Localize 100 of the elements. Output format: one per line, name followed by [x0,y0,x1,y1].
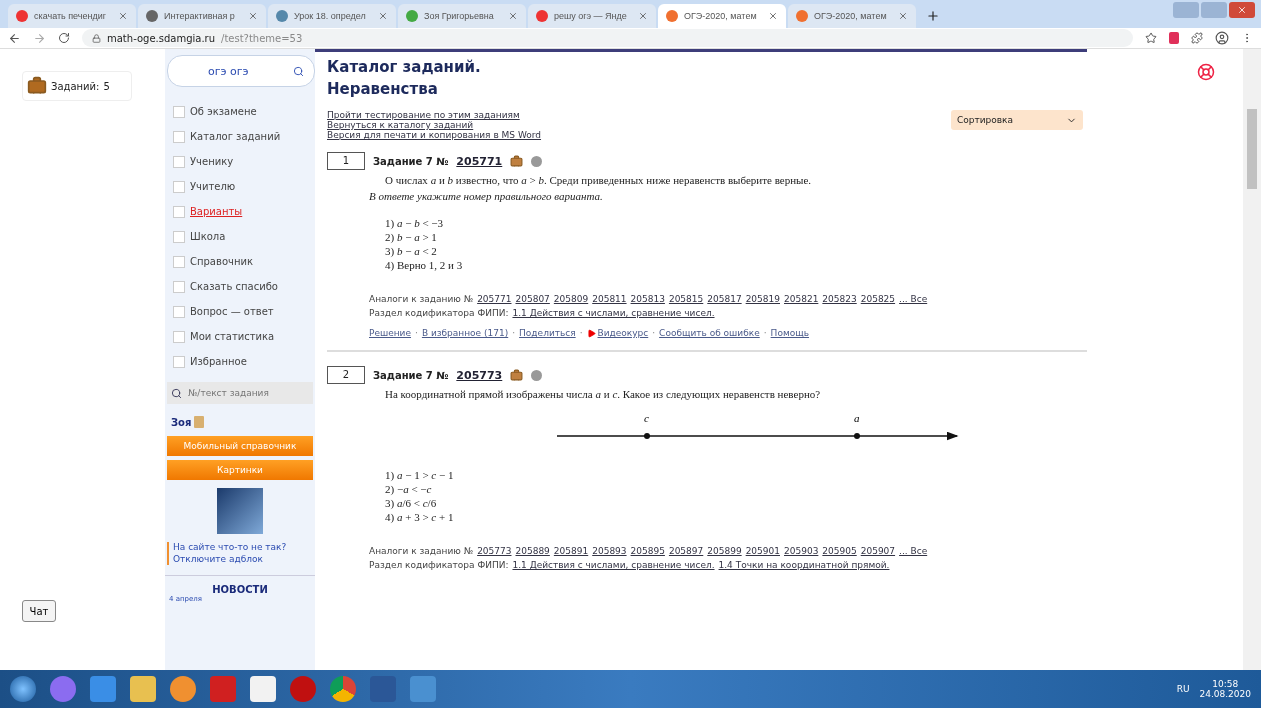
search-field[interactable]: огэ огэ [167,55,315,87]
nav-link[interactable]: Пройти тестирование по этим заданиям [327,110,542,120]
analog-link[interactable]: 205895 [630,546,665,556]
window-close-button[interactable] [1229,2,1255,18]
close-icon[interactable] [508,11,518,21]
address-field[interactable]: math-oge.sdamgia.ru /test?theme=53 [82,29,1133,47]
cart-card[interactable]: Заданий: 5 [22,71,132,101]
reload-icon[interactable] [58,32,70,44]
analog-link[interactable]: 205823 [822,294,857,304]
task-number: 1 [327,152,365,170]
cart-label: Заданий: [51,80,100,92]
action-link[interactable]: Поделиться [519,328,576,338]
task-search-box[interactable]: №/текст задания [167,382,313,404]
analog-link[interactable]: 205897 [668,546,704,556]
menu-item[interactable]: Об экзамене [165,99,315,124]
action-link[interactable]: Сообщить об ошибке [659,328,760,338]
browser-tab[interactable]: скачать печендиг [8,4,136,28]
nav-link[interactable]: Версия для печати и копирования в MS Word [327,130,542,140]
analog-link[interactable]: 205809 [553,294,589,304]
menu-item[interactable]: Справочник [165,249,315,274]
separator-dot: · [652,328,656,338]
menu-item[interactable]: Школа [165,224,315,249]
analog-link[interactable]: 205889 [515,546,550,556]
analog-link[interactable]: 205815 [668,294,704,304]
close-icon[interactable] [898,11,908,21]
action-link[interactable]: Помощь [770,328,809,338]
dot-icon[interactable] [531,155,543,167]
menu-item[interactable]: Ученику [165,149,315,174]
analog-link[interactable]: 205807 [515,294,550,304]
analog-link[interactable]: 205811 [592,294,627,304]
sort-dropdown[interactable]: Сортировка [951,110,1083,130]
browser-tab[interactable]: Интерактивная р [138,4,266,28]
analog-link[interactable]: 205821 [784,294,819,304]
analog-link[interactable]: 205771 [477,294,512,304]
briefcase-icon[interactable] [510,368,524,382]
analog-link[interactable]: 205893 [592,546,627,556]
tab-favicon-icon [536,10,548,22]
all-analogs-link[interactable]: ... Все [899,294,928,304]
language-indicator[interactable]: RU [1176,684,1190,694]
profile-icon[interactable] [1215,31,1229,45]
answer-option: 3) b − a < 2 [385,244,1087,258]
start-orb-icon[interactable] [10,676,36,702]
clock[interactable]: 10:58 24.08.2020 [1199,679,1251,699]
forward-icon[interactable] [33,31,46,45]
analog-link[interactable]: 205907 [860,546,896,556]
menu-item[interactable]: Каталог заданий [165,124,315,149]
close-icon[interactable] [118,11,128,21]
briefcase-icon[interactable] [510,154,524,168]
new-tab-icon[interactable] [926,9,940,23]
user-name[interactable]: Зоя [171,416,192,428]
codifier-link[interactable]: 1.1 Действия с числами, сравнение чисел. [512,560,715,570]
browser-tab[interactable]: Урок 18. определ [268,4,396,28]
analog-link[interactable]: 205905 [822,546,857,556]
analog-link[interactable]: 205825 [860,294,896,304]
chat-button[interactable]: Чат [22,600,56,622]
lifebuoy-icon[interactable] [1197,63,1215,81]
browser-tab[interactable]: ОГЭ-2020, матем [788,4,916,28]
menu-item[interactable]: Вопрос — ответ [165,299,315,324]
browser-tab[interactable]: ОГЭ-2020, матем [658,4,786,28]
star-icon[interactable] [1145,32,1157,44]
codifier-link[interactable]: 1.4 Точки на координатной прямой. [718,560,890,570]
circle-app-icon[interactable] [50,676,76,702]
analog-link[interactable]: 205813 [630,294,665,304]
all-analogs-link[interactable]: ... Все [899,546,928,556]
close-icon[interactable] [638,11,648,21]
action-link[interactable]: В избранное (171) [421,328,509,338]
analog-link[interactable]: 205891 [553,546,589,556]
puzzle-icon[interactable] [1191,32,1203,44]
action-link[interactable]: Видеокурс [586,328,649,338]
menu-item[interactable]: Учителю [165,174,315,199]
task-heading: Задание 7 № [373,369,449,381]
dot-icon[interactable] [531,369,543,381]
analog-link[interactable]: 205899 [707,546,742,556]
nav-link[interactable]: Вернуться к каталогу заданий [327,120,542,130]
tab-favicon-icon [666,10,678,22]
analog-link[interactable]: 205773 [477,546,512,556]
analog-link[interactable]: 205901 [745,546,780,556]
analogs-label: Аналоги к заданию № [369,546,474,556]
analog-link[interactable]: 205903 [784,546,819,556]
scrollbar[interactable] [1243,49,1261,670]
back-icon[interactable] [8,31,21,45]
close-icon[interactable] [378,11,388,21]
analog-link[interactable]: 205817 [707,294,742,304]
menu-item[interactable]: Избранное [165,349,315,374]
answer-option: 2) −a < −c [385,482,1087,496]
action-link[interactable]: Решение [369,328,411,338]
task-id-link[interactable]: 205773 [456,368,503,382]
browser-tab[interactable]: решу огэ — Янде [528,4,656,28]
close-icon[interactable] [248,11,258,21]
task-search-field[interactable]: №/текст задания [186,387,300,399]
analog-link[interactable]: 205819 [745,294,780,304]
menu-item[interactable]: Сказать спасибо [165,274,315,299]
close-icon[interactable] [768,11,778,21]
menu-item[interactable]: Мои статистика [165,324,315,349]
browser-tab[interactable]: Зоя Григорьевна [398,4,526,28]
codifier-link[interactable]: 1.1 Действия с числами, сравнение чисел. [512,308,715,318]
task-number: 2 [327,366,365,384]
menu-item[interactable]: Варианты [165,199,315,224]
task-id-link[interactable]: 205771 [456,154,503,168]
search-icon[interactable] [293,65,304,77]
